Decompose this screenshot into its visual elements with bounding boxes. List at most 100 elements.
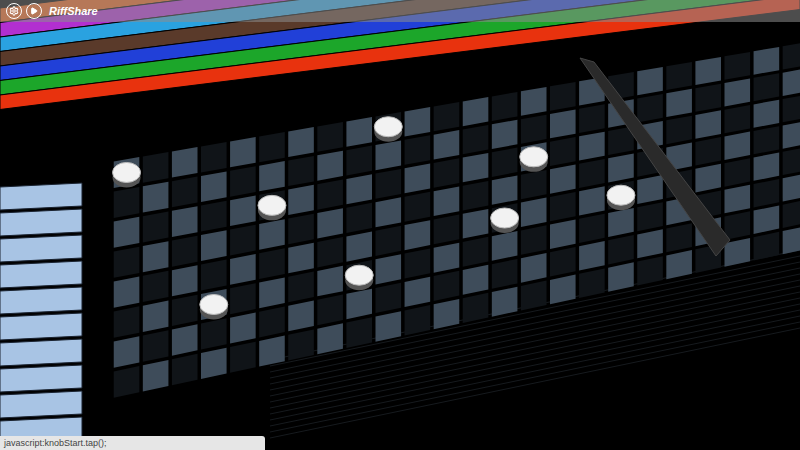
grid-cell[interactable] [230, 342, 256, 373]
grid-cell[interactable] [346, 117, 372, 147]
grid-cell[interactable] [754, 205, 780, 234]
grid-cell[interactable] [201, 142, 227, 172]
playhead[interactable] [580, 58, 730, 256]
grid-cell[interactable] [346, 231, 372, 261]
grid-cell[interactable] [579, 132, 605, 161]
grid-cell[interactable] [346, 289, 372, 320]
grid-cell[interactable] [230, 283, 256, 314]
grid-cell[interactable] [579, 268, 605, 298]
grid-cell[interactable] [579, 186, 605, 215]
grid-cell[interactable] [114, 366, 140, 398]
grid-cell[interactable] [143, 152, 169, 183]
grid-cell[interactable] [143, 182, 169, 213]
grid-cell[interactable] [521, 225, 547, 255]
grid-cell[interactable] [608, 208, 634, 237]
grid-cell[interactable] [288, 329, 314, 360]
grid-cell[interactable] [550, 219, 576, 248]
grid-cell[interactable] [783, 226, 800, 255]
piano-key[interactable] [0, 235, 82, 262]
grid-cell[interactable] [405, 220, 431, 250]
grid-cell[interactable] [724, 158, 750, 186]
grid-cell[interactable] [317, 208, 343, 238]
grid-cell[interactable] [666, 250, 692, 279]
grid-cell[interactable] [521, 87, 547, 116]
grid-cell[interactable] [288, 156, 314, 186]
grid-cell[interactable] [201, 230, 227, 261]
grid-cell[interactable] [259, 277, 285, 308]
piano-key[interactable] [0, 287, 82, 314]
grid-cell[interactable] [172, 324, 198, 355]
grid-cell[interactable] [724, 211, 750, 240]
grid-cell[interactable] [230, 312, 256, 343]
grid-cell[interactable] [434, 158, 460, 188]
grid-cell[interactable] [492, 148, 518, 177]
play-button[interactable] [26, 3, 42, 19]
grid-cell[interactable] [317, 151, 343, 181]
grid-cell[interactable] [375, 197, 401, 227]
note-disc[interactable] [258, 195, 286, 220]
grid-cell[interactable] [783, 121, 800, 149]
grid-cell[interactable] [405, 305, 431, 335]
note-disc[interactable] [374, 117, 402, 142]
grid-cell[interactable] [783, 147, 800, 175]
note-disc[interactable] [200, 294, 228, 319]
grid-cell[interactable] [317, 122, 343, 152]
piano-key[interactable] [0, 261, 82, 288]
settings-button[interactable] [6, 3, 22, 19]
grid-cell[interactable] [637, 256, 663, 285]
grid-cell[interactable] [346, 317, 372, 348]
grid-cell[interactable] [637, 202, 663, 231]
note-disc[interactable] [491, 208, 519, 233]
grid-cell[interactable] [608, 235, 634, 264]
grid-cell[interactable] [550, 82, 576, 111]
grid-cell[interactable] [666, 62, 692, 90]
grid-cell[interactable] [143, 241, 169, 272]
grid-cell[interactable] [579, 241, 605, 270]
grid-cell[interactable] [754, 179, 780, 207]
grid-cell[interactable] [754, 47, 780, 75]
grid-cell[interactable] [405, 135, 431, 165]
grid-cell[interactable] [724, 132, 750, 160]
grid-cell[interactable] [695, 137, 721, 165]
note-disc[interactable] [345, 265, 373, 290]
grid-cell[interactable] [288, 301, 314, 332]
grid-cell[interactable] [521, 170, 547, 199]
grid-cell[interactable] [637, 175, 663, 204]
grid-cell[interactable] [434, 130, 460, 159]
grid-cell[interactable] [259, 161, 285, 191]
grid-cell[interactable] [579, 214, 605, 243]
grid-cell[interactable] [434, 271, 460, 301]
grid-cell[interactable] [346, 146, 372, 176]
grid-cell[interactable] [637, 229, 663, 258]
piano-key[interactable] [0, 183, 82, 210]
grid-cell[interactable] [172, 236, 198, 267]
grid-cell[interactable] [492, 231, 518, 261]
grid-cell[interactable] [695, 110, 721, 138]
grid-cell[interactable] [463, 265, 489, 295]
grid-cell[interactable] [375, 254, 401, 284]
grid-cell[interactable] [550, 192, 576, 221]
grid-cell[interactable] [114, 336, 140, 368]
grid-cell[interactable] [550, 109, 576, 138]
grid-cell[interactable] [463, 181, 489, 211]
grid-cell[interactable] [666, 116, 692, 144]
grid-cell[interactable] [201, 318, 227, 349]
grid-cell[interactable] [375, 169, 401, 199]
grid-cell[interactable] [724, 52, 750, 80]
grid-cell[interactable] [259, 219, 285, 250]
grid-cell[interactable] [405, 164, 431, 194]
grid-cell[interactable] [375, 283, 401, 313]
grid-cell[interactable] [434, 243, 460, 273]
grid-cell[interactable] [317, 237, 343, 267]
grid-cell[interactable] [317, 266, 343, 297]
grid-cell[interactable] [754, 153, 780, 181]
grid-cell[interactable] [230, 137, 256, 167]
grid-cell[interactable] [521, 253, 547, 283]
grid-cell[interactable] [463, 237, 489, 267]
grid-cell[interactable] [754, 126, 780, 154]
grid-cell[interactable] [405, 192, 431, 222]
grid-cell[interactable] [143, 360, 169, 392]
grid-cell[interactable] [724, 105, 750, 133]
grid-cell[interactable] [346, 203, 372, 233]
track-stripe[interactable] [0, 0, 800, 23]
